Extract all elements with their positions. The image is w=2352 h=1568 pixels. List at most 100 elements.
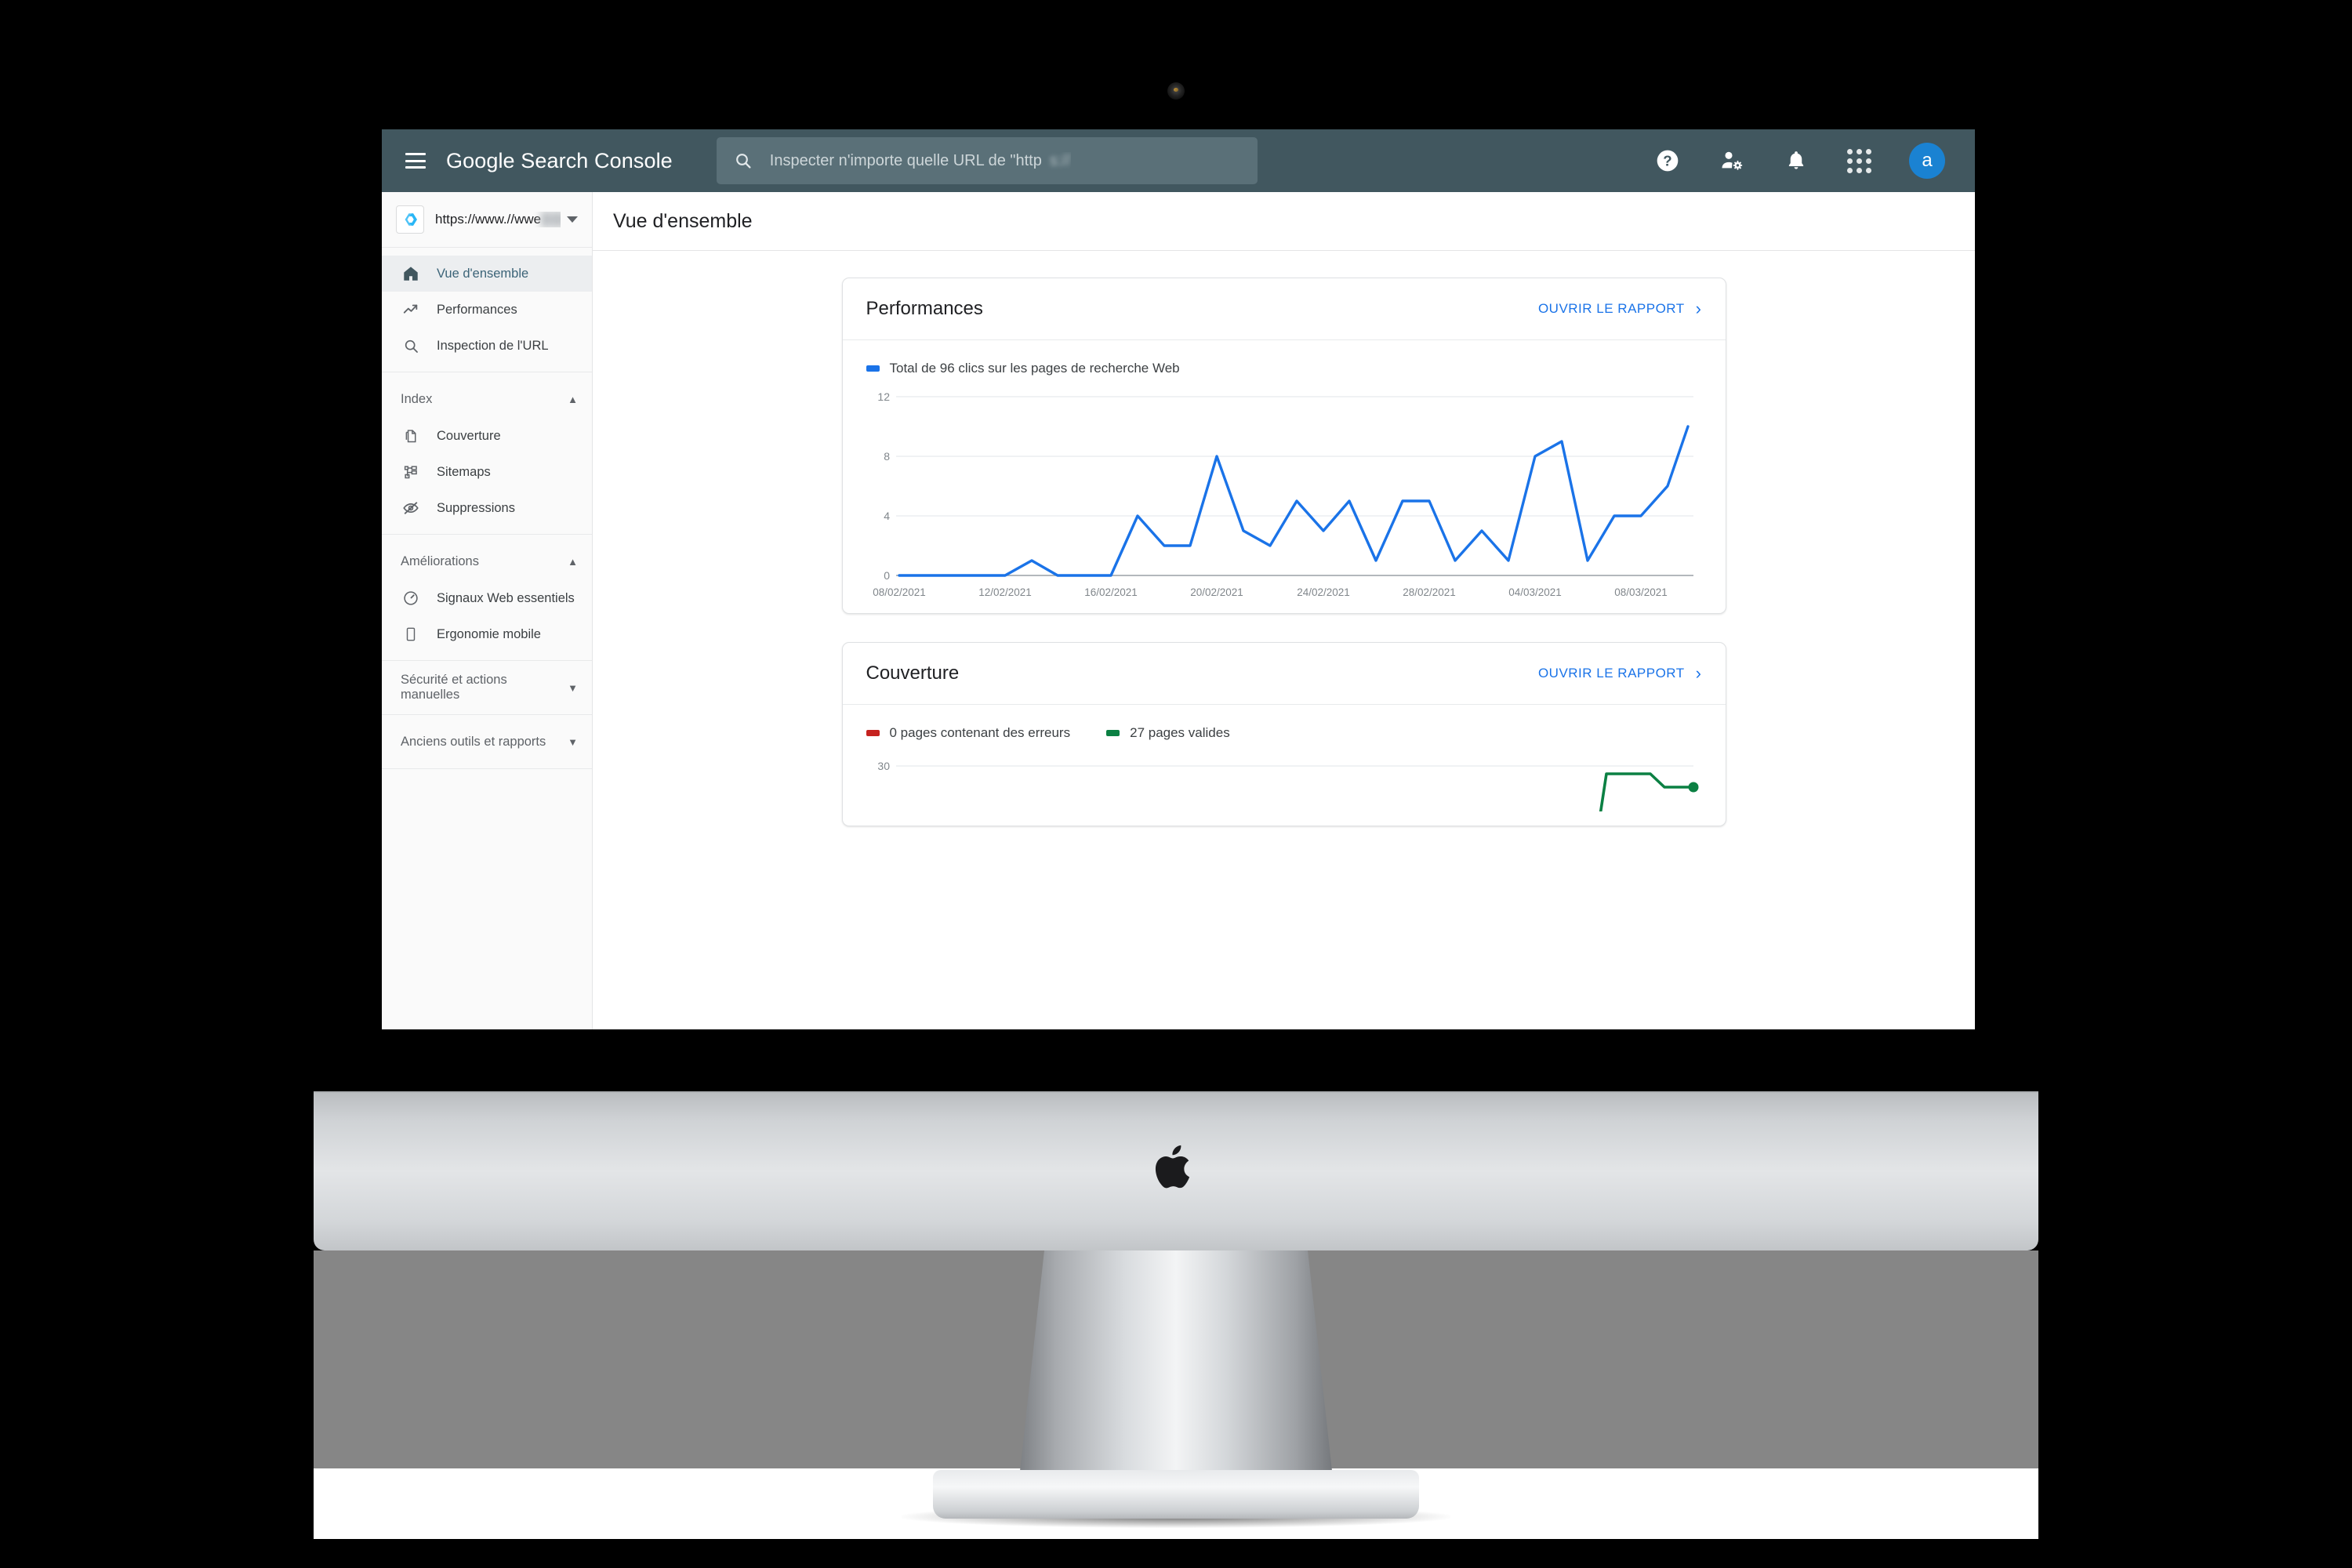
svg-text:?: ? <box>1663 153 1671 169</box>
notifications-bell-icon[interactable] <box>1783 147 1809 174</box>
sidebar-item-coverage[interactable]: Couverture <box>382 418 592 454</box>
performance-line-chart[interactable]: 12 8 4 0 08/02/2021 12/02/2021 16/02/202… <box>866 387 1702 599</box>
xtick-label: 08/03/2021 <box>1614 586 1668 598</box>
sidebar-section-index[interactable]: Index ▲ <box>382 380 592 418</box>
imac-mockup: Google Search Console Inspecter n'import… <box>0 0 2352 1568</box>
nav-group-index: Index ▲ Couverture Sitemaps Suppressions <box>382 372 592 535</box>
sidebar-item-label: Ergonomie mobile <box>437 626 541 641</box>
sidebar-item-label: Performances <box>437 302 517 317</box>
coverage-line-chart[interactable]: 30 <box>866 752 1702 811</box>
sidebar-section-enhancements[interactable]: Améliorations ▲ <box>382 543 592 580</box>
coverage-card: Couverture OUVRIR LE RAPPORT › 0 pages c… <box>841 642 1726 826</box>
search-icon <box>401 338 421 354</box>
open-report-link-performance[interactable]: OUVRIR LE RAPPORT › <box>1538 299 1702 319</box>
sidebar-item-mobile-usability[interactable]: Ergonomie mobile <box>382 616 592 652</box>
card-title: Performances <box>866 298 983 319</box>
brand-searchconsole: Search Console <box>514 148 673 172</box>
xtick-label: 12/02/2021 <box>978 586 1032 598</box>
content-scroll-area[interactable]: Performances OUVRIR LE RAPPORT › Total d… <box>593 251 1975 1029</box>
nav-group-legacy-tools: Anciens outils et rapports ▼ <box>382 715 592 769</box>
xtick-label: 04/03/2021 <box>1508 586 1562 598</box>
help-icon[interactable]: ? <box>1654 147 1681 174</box>
speedometer-icon <box>401 590 421 607</box>
sidebar-item-sitemaps[interactable]: Sitemaps <box>382 454 592 490</box>
desk-mask-right <box>1443 1468 2038 1539</box>
home-icon <box>401 265 421 282</box>
sidebar-item-url-inspection[interactable]: Inspection de l'URL <box>382 328 592 364</box>
nav-group-security: Sécurité et actions manuelles ▼ <box>382 661 592 715</box>
sidebar-item-removals[interactable]: Suppressions <box>382 490 592 526</box>
legend-item-valid[interactable]: 27 pages valides <box>1106 725 1230 741</box>
monitor-stand-foot <box>933 1470 1419 1519</box>
property-selector[interactable]: https://www.//wwe██████ <box>382 192 592 248</box>
ytick-0: 0 <box>884 569 890 582</box>
clicks-data-line <box>897 425 1690 577</box>
valid-pages-endpoint <box>1688 782 1698 793</box>
ytick-4: 4 <box>884 510 890 522</box>
chevron-right-icon: › <box>1695 299 1702 318</box>
open-report-label: OUVRIR LE RAPPORT <box>1537 666 1685 681</box>
nav-group-enhancements: Améliorations ▲ Signaux Web essentiels E… <box>382 535 592 661</box>
hamburger-menu-icon[interactable] <box>405 153 426 169</box>
legend-label: 0 pages contenant des erreurs <box>889 725 1071 740</box>
chevron-right-icon: › <box>1695 663 1702 683</box>
monitor-chin <box>314 1091 2038 1250</box>
legend-swatch <box>866 365 880 372</box>
search-placeholder-text: Inspecter n'importe quelle URL de "http s… <box>769 151 1071 169</box>
xtick-label: 24/02/2021 <box>1297 586 1350 598</box>
sidebar-section-legacy-tools[interactable]: Anciens outils et rapports ▼ <box>382 723 592 760</box>
chevron-up-icon: ▲ <box>568 555 578 568</box>
performance-card-body: Total de 96 clics sur les pages de reche… <box>843 340 1726 613</box>
sidebar-section-label: Anciens outils et rapports <box>401 734 546 749</box>
card-title: Couverture <box>866 662 960 684</box>
eye-off-icon <box>401 499 421 517</box>
avatar[interactable]: a <box>1909 143 1945 179</box>
sitemap-icon <box>401 464 421 481</box>
sidebar-section-label: Index <box>401 391 433 406</box>
user-settings-icon[interactable] <box>1719 147 1745 174</box>
sidebar: https://www.//wwe██████ Vue d'ensemble <box>382 192 593 1029</box>
sidebar-item-label: Inspection de l'URL <box>437 338 549 353</box>
sidebar-item-label: Sitemaps <box>437 464 491 479</box>
sidebar-item-label: Signaux Web essentiels <box>437 590 575 605</box>
sidebar-item-label: Couverture <box>437 428 501 443</box>
sidebar-item-overview[interactable]: Vue d'ensemble <box>382 256 592 292</box>
search-placeholder-blurred: s:// <box>1049 151 1071 169</box>
mobile-phone-icon <box>401 626 421 642</box>
search-icon <box>735 154 751 169</box>
xtick-label: 28/02/2021 <box>1403 586 1456 598</box>
property-logo-icon <box>396 205 424 234</box>
legend-swatch <box>1106 730 1120 736</box>
app-brand: Google Search Console <box>446 149 673 173</box>
property-url-blurred: ██████ <box>541 212 561 227</box>
pages-copy-icon <box>401 428 421 445</box>
sidebar-item-label: Vue d'ensemble <box>437 266 529 281</box>
page-header: Vue d'ensemble <box>593 192 1975 251</box>
performance-card: Performances OUVRIR LE RAPPORT › Total d… <box>841 278 1726 614</box>
chevron-down-icon: ▼ <box>568 735 578 748</box>
apps-grid-icon[interactable] <box>1847 148 1871 173</box>
sidebar-section-security[interactable]: Sécurité et actions manuelles ▼ <box>382 669 592 706</box>
open-report-link-coverage[interactable]: OUVRIR LE RAPPORT › <box>1538 663 1702 684</box>
desk-mask-left <box>314 1468 909 1539</box>
main-content: Vue d'ensemble Performances OUVRIR LE RA… <box>593 192 1975 1029</box>
chevron-down-icon[interactable] <box>567 216 578 223</box>
legend-item-clicks[interactable]: Total de 96 clics sur les pages de reche… <box>866 361 1180 376</box>
sidebar-item-core-web-vitals[interactable]: Signaux Web essentiels <box>382 580 592 616</box>
ytick-8: 8 <box>884 450 890 463</box>
brand-google: Google <box>446 148 515 172</box>
legend-item-errors[interactable]: 0 pages contenant des erreurs <box>866 725 1071 741</box>
screen-viewport: Google Search Console Inspecter n'import… <box>382 129 1975 1029</box>
apple-logo-icon <box>1155 1145 1190 1189</box>
app-header: Google Search Console Inspecter n'import… <box>382 129 1975 192</box>
url-inspection-search-input[interactable]: Inspecter n'importe quelle URL de "http s… <box>716 137 1258 184</box>
sidebar-item-performance[interactable]: Performances <box>382 292 592 328</box>
legend-swatch <box>866 730 880 736</box>
ytick-30: 30 <box>877 760 890 772</box>
coverage-card-header: Couverture OUVRIR LE RAPPORT › <box>842 643 1726 705</box>
open-report-label: OUVRIR LE RAPPORT <box>1537 301 1685 316</box>
page-title: Vue d'ensemble <box>613 209 753 232</box>
sidebar-section-label: Sécurité et actions manuelles <box>401 673 507 702</box>
valid-pages-data-line <box>1599 772 1693 811</box>
xtick-label: 16/02/2021 <box>1084 586 1138 598</box>
